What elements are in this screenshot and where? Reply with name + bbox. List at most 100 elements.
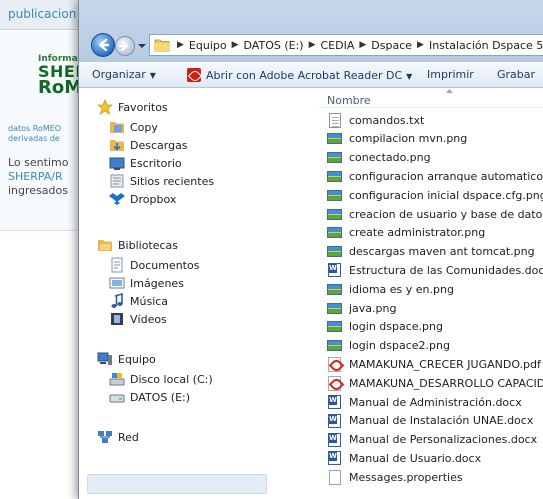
word-document-icon (328, 413, 341, 428)
file-row[interactable]: MAMAKUNA_DESARROLLO CAPACIDADES.pdf (327, 374, 543, 392)
recent-places-icon (110, 174, 124, 188)
dropbox-icon (109, 193, 125, 205)
column-header-name[interactable]: Nombre (327, 94, 371, 107)
nav-item-copy[interactable]: Copy (109, 118, 158, 136)
file-name: configuracion inicial dspace.cfg.png (349, 188, 543, 202)
file-name: conectado.png (349, 151, 431, 165)
properties-file-icon (329, 469, 341, 485)
nav-favorites-label: Favoritos (118, 100, 168, 114)
pdf-file-icon (328, 356, 341, 372)
nav-item-pictures[interactable]: Imágenes (109, 274, 184, 292)
nav-item-label: Disco local (C:) (130, 372, 213, 386)
recent-pages-chevron-icon[interactable] (137, 41, 147, 51)
nav-item-label: Documentos (130, 258, 200, 272)
star-icon (97, 99, 113, 115)
file-row[interactable]: configuracion arranque automatico.png (327, 167, 543, 185)
nav-item-desktop[interactable]: Escritorio (109, 154, 182, 172)
nav-item-dropbox[interactable]: Dropbox (109, 190, 176, 208)
nav-libraries-label: Bibliotecas (118, 238, 179, 252)
romeo-data-link[interactable]: datos RoMEO (8, 124, 61, 133)
nav-item-label: Descargas (130, 138, 188, 152)
chevron-down-icon: ▼ (149, 71, 156, 80)
file-name: creacion de usuario y base de datos.png (349, 207, 543, 221)
file-name: MAMAKUNA_CRECER JUGANDO.pdf (349, 357, 541, 371)
nav-item-label: Sitios recientes (130, 174, 215, 188)
file-row[interactable]: configuracion inicial dspace.cfg.png (327, 186, 543, 204)
nav-item-downloads[interactable]: Descargas (109, 136, 188, 154)
file-row[interactable]: Manual de Personalizaciones.docx (327, 431, 537, 449)
breadcrumb-separator-icon[interactable]: ▶ (232, 40, 239, 50)
nav-network-label: Red (118, 430, 139, 444)
image-file-icon (327, 227, 342, 239)
word-document-icon (328, 432, 341, 447)
nav-item-recent-places[interactable]: Sitios recientes (109, 172, 214, 190)
nav-item-datos-drive[interactable]: DATOS (E:) (109, 388, 190, 406)
nav-item-local-disk-c[interactable]: Disco local (C:) (109, 370, 213, 388)
file-row[interactable]: descargas maven ant tomcat.png (327, 243, 535, 261)
breadcrumb-dspace[interactable]: Dspace (371, 39, 412, 52)
file-row[interactable]: comandos.txt (327, 111, 424, 129)
file-row[interactable]: create administrator.png (327, 224, 485, 242)
nav-favorites[interactable]: Favoritos (97, 98, 168, 116)
nav-item-documents[interactable]: Documentos (109, 256, 199, 274)
nav-item-label: Imágenes (130, 276, 184, 290)
forward-button[interactable] (115, 36, 135, 56)
file-row[interactable]: creacion de usuario y base de datos.png (327, 205, 543, 223)
file-row[interactable]: Manual de Instalación UNAE.docx (327, 412, 533, 430)
file-name: Messages.properties (349, 470, 463, 484)
breadcrumb-separator-icon[interactable]: ▶ (417, 40, 424, 50)
breadcrumb-separator-icon[interactable]: ▶ (177, 40, 184, 50)
file-row[interactable]: MAMAKUNA_CRECER JUGANDO.pdf (327, 355, 541, 373)
file-row[interactable]: java.png (327, 299, 396, 317)
ingresados-text: ingresados (8, 184, 68, 197)
print-button[interactable]: Imprimir (427, 68, 474, 81)
back-arrow-icon (98, 38, 110, 52)
publication-tab[interactable]: publicacion (0, 0, 90, 30)
word-document-icon (328, 263, 341, 278)
file-name: Estructura de las Comunidades.docx (349, 263, 543, 277)
back-button[interactable] (91, 33, 115, 57)
file-row[interactable]: login dspace2.png (327, 337, 450, 355)
open-with-label: Abrir con Adobe Acrobat Reader DC (206, 69, 403, 82)
file-row[interactable]: idioma es y en.png (327, 280, 454, 298)
file-row[interactable]: login dspace.png (327, 318, 443, 336)
breadcrumb-install-folder[interactable]: Instalación Dspace 5.2 UNAE (429, 39, 543, 52)
file-row[interactable]: compilacion mvn.png (327, 130, 467, 148)
breadcrumb-equipo[interactable]: Equipo (189, 39, 227, 52)
nav-network[interactable]: Red (97, 428, 139, 446)
nav-item-label: Vídeos (130, 312, 167, 326)
breadcrumb-separator-icon[interactable]: ▶ (309, 40, 316, 50)
organize-menu-button[interactable]: Organizar ▼ (92, 68, 156, 81)
pdf-file-icon (328, 375, 341, 391)
nav-item-music[interactable]: Música (109, 292, 168, 310)
file-row[interactable]: Manual de Usuario.docx (327, 449, 481, 467)
pictures-icon (109, 277, 125, 289)
video-film-icon (111, 313, 123, 325)
nav-libraries[interactable]: Bibliotecas (97, 236, 178, 254)
sherpa-link[interactable]: SHERPA/R (8, 170, 63, 183)
file-name: Manual de Usuario.docx (349, 451, 482, 465)
breadcrumb-separator-icon[interactable]: ▶ (359, 40, 366, 50)
file-name: Manual de Personalizaciones.docx (349, 433, 538, 447)
nav-item-label: Copy (130, 120, 158, 134)
nav-item-label: Música (130, 294, 169, 308)
network-icon (98, 431, 112, 443)
breadcrumb-cedia[interactable]: CEDIA (321, 39, 355, 52)
file-name: login dspace2.png (349, 339, 450, 353)
breadcrumb-datos[interactable]: DATOS (E:) (244, 39, 304, 52)
word-document-icon (328, 395, 341, 409)
music-note-icon (111, 293, 123, 308)
file-row[interactable]: Estructura de las Comunidades.docx (327, 261, 543, 279)
file-row[interactable]: Messages.properties (327, 468, 463, 486)
nav-computer[interactable]: Equipo (97, 350, 156, 368)
open-with-adobe-button[interactable]: Abrir con Adobe Acrobat Reader DC ▼ (187, 68, 412, 82)
file-row[interactable]: Manual de Administración.docx (327, 393, 522, 411)
file-row[interactable]: conectado.png (327, 149, 431, 167)
image-file-icon (327, 302, 342, 314)
nav-computer-label: Equipo (118, 352, 156, 366)
address-bar[interactable]: ▶ Equipo ▶ DATOS (E:) ▶ CEDIA ▶ Dspace ▶… (149, 34, 543, 56)
file-name: compilacion mvn.png (349, 132, 468, 146)
sort-ascending-icon (446, 89, 453, 93)
nav-item-videos[interactable]: Vídeos (109, 310, 167, 328)
burn-button[interactable]: Grabar (497, 68, 535, 81)
